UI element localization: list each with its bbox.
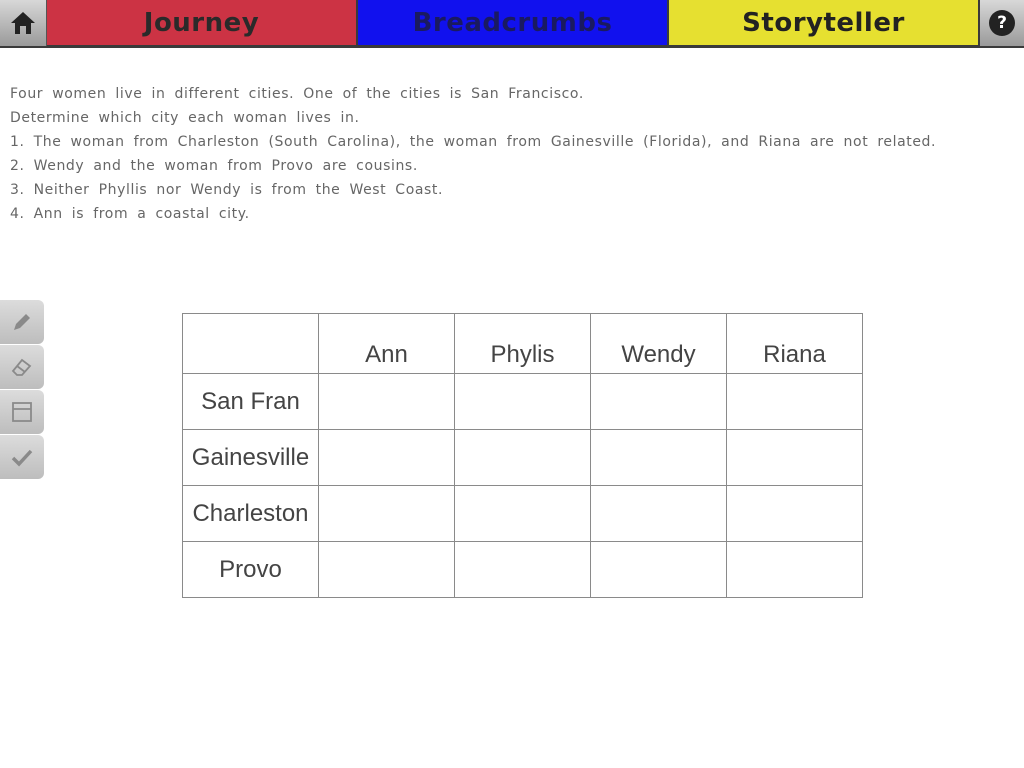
grid-cell[interactable] [318,541,455,598]
grid-cell[interactable] [454,541,591,598]
tool-palette [0,300,44,480]
grid-cell[interactable] [454,485,591,542]
pencil-tool-button[interactable] [0,300,44,344]
logic-grid: Ann Phylis Wendy Riana San Fran Gainesvi… [182,313,863,598]
grid-cell[interactable] [318,485,455,542]
pencil-icon [14,314,30,330]
grid-cell[interactable] [454,429,591,486]
tab-storyteller[interactable]: Storyteller [669,0,978,45]
help-button[interactable]: ? [980,0,1024,46]
column-header-ann: Ann [318,313,455,374]
puzzle-text: Four women live in different cities. One… [10,84,1010,228]
clue-3: 3. Neither Phyllis nor Wendy is from the… [10,182,444,198]
grid-cell[interactable] [454,373,591,430]
grid-cell[interactable] [590,429,727,486]
grid-cell[interactable] [726,373,863,430]
grid-corner-cell [182,313,319,374]
table-tool-button[interactable] [0,390,44,434]
row-header-gainesville: Gainesville [182,429,319,486]
clue-4: 4. Ann is from a coastal city. [10,206,250,222]
clue-1: 1. The woman from Charleston (South Caro… [10,134,937,150]
column-header-phylis: Phylis [454,313,591,374]
row-header-provo: Provo [182,541,319,598]
top-nav-bar: Journey Breadcrumbs Storyteller ? [0,0,1024,48]
tab-journey[interactable]: Journey [47,0,356,45]
grid-cell[interactable] [590,373,727,430]
column-header-riana: Riana [726,313,863,374]
help-icon: ? [989,10,1015,36]
column-header-wendy: Wendy [590,313,727,374]
eraser-icon [11,358,32,376]
grid-cell[interactable] [318,429,455,486]
home-button[interactable] [0,0,47,46]
checkmark-icon [11,449,33,467]
grid-cell[interactable] [318,373,455,430]
check-tool-button[interactable] [0,435,44,479]
row-header-san-fran: San Fran [182,373,319,430]
clue-2: 2. Wendy and the woman from Provo are co… [10,158,418,174]
row-header-charleston: Charleston [182,485,319,542]
home-icon [11,12,35,34]
grid-cell[interactable] [590,541,727,598]
grid-cell[interactable] [726,541,863,598]
grid-cell[interactable] [726,485,863,542]
grid-cell[interactable] [590,485,727,542]
eraser-tool-button[interactable] [0,345,44,389]
tab-breadcrumbs[interactable]: Breadcrumbs [358,0,667,45]
grid-cell[interactable] [726,429,863,486]
puzzle-question: Determine which city each woman lives in… [10,110,360,126]
puzzle-intro: Four women live in different cities. One… [10,86,584,102]
table-icon [12,402,32,422]
